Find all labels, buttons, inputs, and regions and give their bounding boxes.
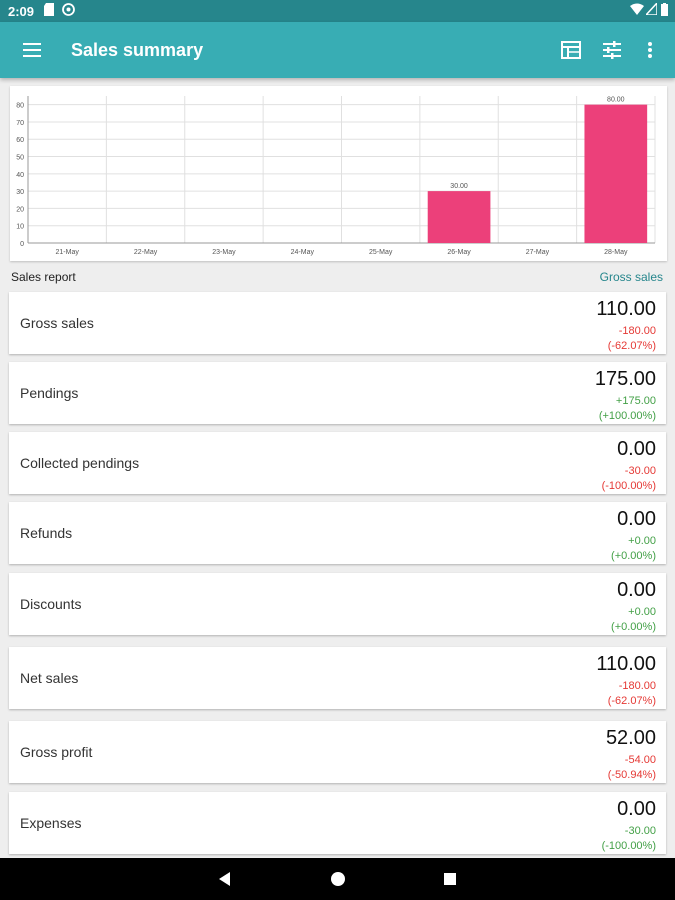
battery-icon — [661, 3, 668, 19]
y-tick-label: 70 — [16, 120, 24, 127]
bar-28-May — [584, 104, 648, 243]
report-row-gross-sales[interactable]: Gross sales 110.00 -180.00 (-62.07%) — [9, 292, 666, 354]
row-label: Gross sales — [20, 315, 94, 331]
x-tick-label: 22-May — [134, 249, 158, 256]
menu-icon — [23, 43, 41, 57]
y-tick-label: 10 — [16, 224, 24, 231]
report-header: Sales report Gross sales — [0, 268, 675, 286]
row-value: 0.00 — [617, 579, 656, 601]
system-nav-bar — [0, 858, 675, 900]
recents-square-icon — [444, 873, 456, 885]
row-percent: (-100.00%) — [601, 840, 656, 852]
row-percent: (-62.07%) — [607, 695, 656, 707]
y-tick-label: 80 — [16, 103, 24, 110]
row-delta: -180.00 — [618, 680, 656, 692]
app-bar: Sales summary — [0, 22, 675, 78]
tune-icon — [603, 41, 621, 59]
row-delta: +175.00 — [615, 395, 656, 407]
more-options-button[interactable] — [636, 36, 664, 64]
row-value: 0.00 — [617, 438, 656, 460]
recents-button[interactable] — [441, 870, 459, 888]
y-tick-label: 60 — [16, 137, 24, 144]
x-tick-label: 24-May — [291, 249, 315, 256]
back-button[interactable] — [216, 870, 234, 888]
y-tick-label: 40 — [16, 172, 24, 179]
home-circle-icon — [331, 872, 345, 886]
report-row-pendings[interactable]: Pendings 175.00 +175.00 (+100.00%) — [9, 362, 666, 424]
row-percent: (+0.00%) — [611, 621, 656, 633]
row-delta: -180.00 — [618, 325, 656, 337]
row-delta: -30.00 — [624, 465, 656, 477]
x-tick-label: 27-May — [526, 249, 550, 256]
row-label: Expenses — [20, 815, 82, 831]
row-label: Gross profit — [20, 744, 93, 760]
row-delta: -54.00 — [624, 754, 656, 766]
menu-button[interactable] — [16, 38, 48, 62]
row-label: Net sales — [20, 670, 79, 686]
wifi-icon — [630, 3, 644, 18]
x-tick-label: 28-May — [604, 249, 628, 256]
y-tick-label: 0 — [20, 241, 24, 248]
metric-selector[interactable]: Gross sales — [600, 270, 663, 284]
back-triangle-icon — [219, 872, 230, 886]
table-view-icon — [561, 41, 581, 59]
bar-26-May — [427, 191, 491, 243]
row-delta: +0.00 — [628, 535, 656, 547]
status-time: 2:09 — [8, 4, 35, 19]
row-percent: (-50.94%) — [607, 769, 656, 781]
row-percent: (-100.00%) — [601, 480, 656, 492]
row-value: 0.00 — [617, 508, 656, 530]
cell-signal-icon — [644, 1, 658, 18]
data-label: 80.00 — [607, 97, 625, 104]
sales-chart: 0 10 20 30 40 50 60 70 80 21-May 22-May 23-May 24-Ma… — [10, 86, 667, 261]
row-label: Discounts — [20, 596, 82, 612]
row-percent: (+0.00%) — [611, 550, 656, 562]
row-value: 52.00 — [605, 727, 656, 749]
y-tick-label: 30 — [16, 189, 24, 196]
report-row-gross-profit[interactable]: Gross profit 52.00 -54.00 (-50.94%) — [9, 721, 666, 783]
x-tick-label: 26-May — [447, 249, 471, 256]
report-row-refunds[interactable]: Refunds 0.00 +0.00 (+0.00%) — [9, 502, 666, 564]
x-tick-label: 21-May — [56, 249, 80, 256]
more-vert-icon — [648, 42, 652, 58]
report-row-expenses[interactable]: Expenses 0.00 -30.00 (-100.00%) — [9, 792, 666, 854]
x-tick-label: 25-May — [369, 249, 393, 256]
row-value: 175.00 — [594, 368, 656, 390]
row-percent: (-62.07%) — [607, 340, 656, 352]
y-tick-label: 20 — [16, 206, 24, 213]
row-value: 0.00 — [617, 798, 656, 820]
sd-card-icon — [44, 3, 54, 19]
status-bar: 2:09 — [0, 0, 675, 22]
data-label: 30.00 — [450, 183, 468, 190]
y-tick-label: 50 — [16, 155, 24, 162]
report-row-collected-pendings[interactable]: Collected pendings 0.00 -30.00 (-100.00%… — [9, 432, 666, 494]
row-percent: (+100.00%) — [598, 410, 656, 422]
section-title: Sales report — [11, 270, 76, 284]
row-label: Collected pendings — [20, 455, 140, 471]
report-row-discounts[interactable]: Discounts 0.00 +0.00 (+0.00%) — [9, 573, 666, 635]
home-button[interactable] — [329, 870, 347, 888]
row-label: Pendings — [20, 385, 79, 401]
at-sign-icon — [62, 3, 75, 19]
x-tick-label: 23-May — [212, 249, 236, 256]
table-view-button[interactable] — [557, 36, 585, 64]
report-row-net-sales[interactable]: Net sales 110.00 -180.00 (-62.07%) — [9, 647, 666, 709]
bar-chart-svg: 0 10 20 30 40 50 60 70 80 21-May 22-May 23-May 24-Ma… — [16, 96, 656, 256]
row-delta: +0.00 — [628, 606, 656, 618]
row-value: 110.00 — [596, 298, 656, 320]
row-delta: -30.00 — [624, 825, 656, 837]
row-value: 110.00 — [596, 653, 656, 675]
row-label: Refunds — [20, 525, 73, 541]
filter-button[interactable] — [598, 36, 626, 64]
page-title: Sales summary — [71, 40, 204, 60]
